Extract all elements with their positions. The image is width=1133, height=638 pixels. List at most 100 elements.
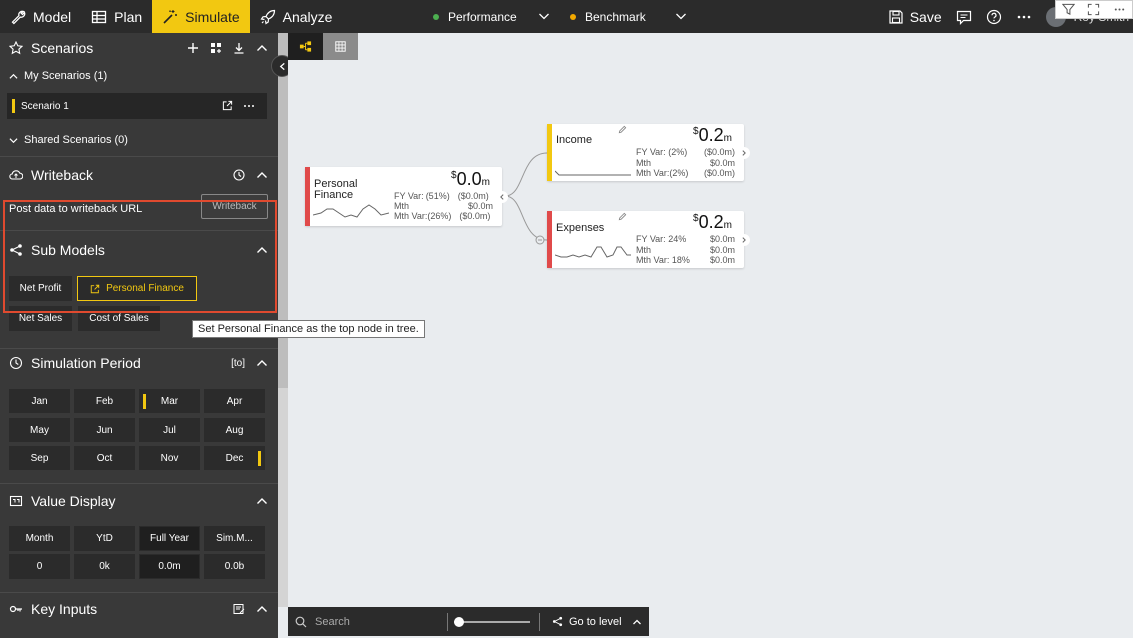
value-mode-3[interactable]: Sim.M... bbox=[204, 526, 265, 551]
edit-icon[interactable] bbox=[233, 603, 245, 615]
chevron-up-icon[interactable] bbox=[256, 357, 268, 369]
more-options-button[interactable] bbox=[1016, 9, 1032, 25]
node-name: Personal Finance bbox=[314, 178, 358, 201]
chevron-down-icon bbox=[676, 13, 686, 20]
scenario-item[interactable]: Scenario 1 bbox=[7, 93, 267, 119]
download-icon[interactable] bbox=[233, 42, 245, 54]
expand-icon[interactable] bbox=[1087, 3, 1100, 16]
month-nov[interactable]: Nov bbox=[139, 446, 200, 470]
table-icon bbox=[91, 10, 107, 23]
value-mode-1[interactable]: YtD bbox=[74, 526, 135, 551]
node-accent bbox=[305, 167, 310, 226]
node-name: Income bbox=[556, 134, 593, 146]
value-mode-sample-3[interactable]: 0.0b bbox=[204, 554, 265, 579]
scenario-name: Scenario 1 bbox=[21, 100, 69, 112]
expand-node-button[interactable] bbox=[738, 234, 750, 246]
month-jul[interactable]: Jul bbox=[139, 418, 200, 442]
mth-row: Mth $0.0m bbox=[394, 201, 493, 211]
month-jan[interactable]: Jan bbox=[9, 389, 70, 413]
simulation-tag[interactable]: [to] bbox=[231, 358, 245, 369]
key-input-icon bbox=[9, 605, 22, 613]
node-expenses[interactable]: Expenses $0.2m FY Var: 24% $0.0m Mth $0.0m… bbox=[547, 211, 750, 268]
month-apr[interactable]: Apr bbox=[204, 389, 265, 413]
chevron-up-icon[interactable] bbox=[256, 495, 268, 507]
top-bar: Model Plan Simulate Analyze Performance … bbox=[0, 0, 1133, 33]
more-icon[interactable] bbox=[243, 100, 255, 112]
save-button[interactable]: Save bbox=[888, 9, 942, 25]
value-mode-2[interactable]: Full Year bbox=[139, 526, 200, 551]
value-display-header: Value Display bbox=[0, 486, 278, 516]
benchmark-label: Benchmark bbox=[585, 9, 646, 24]
more-icon[interactable] bbox=[1113, 3, 1126, 16]
node-personal-finance[interactable]: Personal Finance $0.0m FY Var: (51%) ($0.0m… bbox=[305, 167, 508, 226]
expand-node-button[interactable] bbox=[738, 147, 750, 159]
go-to-level-button[interactable]: Go to level bbox=[552, 616, 642, 628]
month-feb[interactable]: Feb bbox=[74, 389, 135, 413]
zoom-slider[interactable] bbox=[454, 616, 530, 627]
collapse-node-button[interactable] bbox=[496, 191, 508, 203]
node-income[interactable]: Income $0.2m FY Var: (2%) ($0.0m) Mth $0.0… bbox=[547, 124, 750, 181]
scenario-active-marker bbox=[12, 99, 15, 113]
chevron-down-icon bbox=[539, 13, 549, 20]
scenarios-title: Scenarios bbox=[31, 40, 94, 56]
help-icon bbox=[986, 9, 1001, 24]
performance-dot bbox=[433, 13, 439, 20]
value-mode-sample-2[interactable]: 0.0m bbox=[139, 554, 200, 579]
bottom-toolbar: Search Go to level bbox=[288, 607, 649, 636]
month-dec[interactable]: Dec bbox=[204, 446, 265, 470]
nav-simulate[interactable]: Simulate bbox=[152, 0, 250, 33]
month-sep[interactable]: Sep bbox=[9, 446, 70, 470]
more-icon bbox=[1017, 15, 1030, 18]
nav-plan[interactable]: Plan bbox=[81, 0, 152, 33]
value-icon bbox=[9, 495, 23, 507]
history-icon[interactable] bbox=[233, 169, 245, 181]
period-end-marker bbox=[258, 451, 261, 466]
mth-var-row: Mth Var:(2%) ($0.0m) bbox=[636, 168, 735, 178]
shared-scenarios-toggle[interactable]: Shared Scenarios (0) bbox=[9, 134, 128, 146]
tree-icon bbox=[299, 41, 312, 52]
search-box[interactable]: Search bbox=[295, 616, 447, 628]
performance-dropdown[interactable]: Performance bbox=[433, 0, 553, 33]
search-input[interactable]: Search bbox=[315, 616, 350, 628]
value-mode-0[interactable]: Month bbox=[9, 526, 70, 551]
my-scenarios-label: My Scenarios (1) bbox=[24, 70, 108, 82]
go-to-level-label: Go to level bbox=[569, 615, 622, 628]
node-value: $0.2m bbox=[693, 125, 732, 145]
chevron-up-icon[interactable] bbox=[256, 603, 268, 615]
month-oct[interactable]: Oct bbox=[74, 446, 135, 470]
my-scenarios-toggle[interactable]: My Scenarios (1) bbox=[9, 70, 107, 82]
chevron-down-icon bbox=[9, 137, 18, 143]
value-mode-sample-0[interactable]: 0 bbox=[9, 554, 70, 579]
share-icon[interactable] bbox=[222, 100, 233, 111]
grid-add-icon[interactable] bbox=[210, 42, 222, 54]
help-button[interactable] bbox=[986, 9, 1002, 25]
month-aug[interactable]: Aug bbox=[204, 418, 265, 442]
chevron-up-icon[interactable] bbox=[256, 169, 268, 181]
month-mar[interactable]: Mar bbox=[139, 389, 200, 413]
edit-icon[interactable] bbox=[618, 212, 627, 221]
shared-scenarios-label: Shared Scenarios (0) bbox=[24, 134, 128, 146]
chevron-right-icon bbox=[742, 150, 746, 156]
divider bbox=[0, 483, 278, 484]
key-inputs-header: Key Inputs bbox=[0, 594, 278, 624]
tree-view-button[interactable] bbox=[288, 33, 323, 60]
filter-icon[interactable] bbox=[1062, 3, 1076, 16]
submodel-tooltip: Set Personal Finance as the top node in … bbox=[192, 320, 425, 338]
comments-button[interactable] bbox=[956, 9, 972, 25]
chevron-up-icon[interactable] bbox=[256, 42, 268, 54]
performance-label: Performance bbox=[448, 9, 517, 24]
edit-icon[interactable] bbox=[618, 125, 627, 134]
nav-model[interactable]: Model bbox=[0, 0, 81, 33]
table-view-button[interactable] bbox=[323, 33, 358, 60]
plus-icon[interactable] bbox=[187, 42, 199, 54]
view-toggle bbox=[288, 33, 358, 60]
nav-analyze[interactable]: Analyze bbox=[250, 0, 343, 33]
month-may[interactable]: May bbox=[9, 418, 70, 442]
tree-icon bbox=[552, 616, 563, 627]
save-label: Save bbox=[909, 8, 942, 25]
chevron-up-icon bbox=[632, 619, 641, 624]
benchmark-dropdown[interactable]: Benchmark bbox=[570, 0, 690, 33]
value-mode-sample-1[interactable]: 0k bbox=[74, 554, 135, 579]
zoom-slider-knob[interactable] bbox=[454, 616, 464, 627]
month-jun[interactable]: Jun bbox=[74, 418, 135, 442]
